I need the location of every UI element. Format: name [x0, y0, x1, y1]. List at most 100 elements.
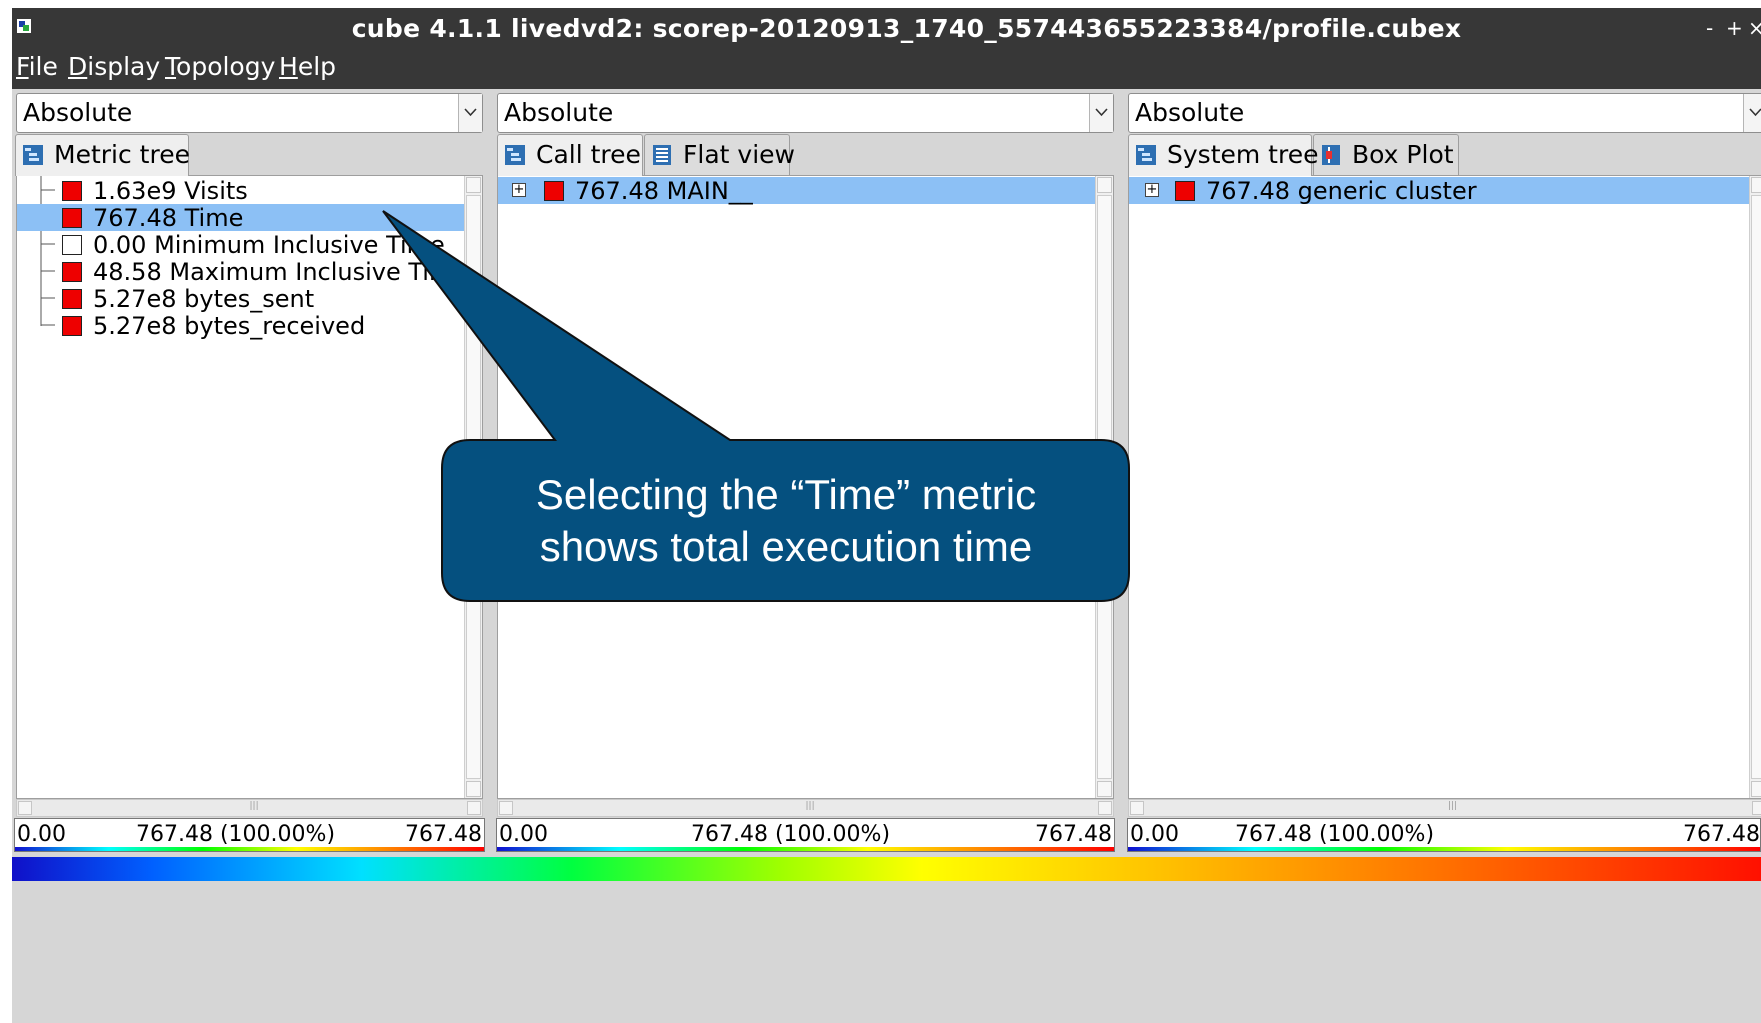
callout-text: Selecting the “Time” metric shows total … — [443, 440, 1129, 601]
scroll-up-button[interactable] — [1097, 177, 1112, 193]
severity-color-box — [544, 181, 564, 201]
callout-line-2: shows total execution time — [539, 522, 1033, 570]
color-legend-bar — [12, 857, 1761, 881]
range-gradient-line — [497, 847, 1114, 851]
metric-value-mode-select[interactable]: Absolute — [16, 93, 483, 133]
tab-box-plot[interactable]: Box Plot — [1313, 134, 1459, 175]
metric-label: 48.58 Maximum Inclusive Time — [93, 258, 468, 286]
call-row-main[interactable]: + 767.48 MAIN__ — [498, 177, 1097, 205]
call-value-mode-select[interactable]: Absolute — [497, 93, 1114, 133]
tab-label: Flat view — [683, 140, 795, 169]
scroll-down-button[interactable] — [1097, 781, 1112, 797]
select-value: Absolute — [504, 98, 614, 127]
horizontal-scrollbar[interactable]: ||| — [497, 799, 1114, 817]
scroll-up-button[interactable] — [466, 177, 481, 193]
tree-icon — [505, 145, 525, 165]
dropdown-button[interactable] — [1743, 94, 1761, 132]
tab-flat-view[interactable]: Flat view — [644, 134, 795, 175]
tab-label: Call tree — [536, 140, 641, 169]
metric-value-range-bar: 0.00 767.48 (100.00%) 767.48 — [14, 818, 485, 852]
severity-color-box — [62, 181, 82, 201]
metric-tree-panel[interactable]: 1.63e9 Visits 767.48 Time 0.00 Minimum I… — [16, 175, 483, 799]
system-row-generic-cluster[interactable]: + 767.48 generic cluster — [1129, 177, 1751, 205]
minimize-button[interactable]: - — [1706, 18, 1713, 38]
range-current: 767.48 (100.00%) — [1235, 822, 1435, 847]
metric-label: 767.48 Time — [93, 204, 244, 232]
severity-color-box — [62, 208, 82, 228]
expand-icon[interactable]: + — [1145, 183, 1159, 197]
expand-icon[interactable]: + — [512, 183, 526, 197]
tab-system-tree[interactable]: System tree — [1128, 134, 1318, 176]
list-icon — [653, 145, 671, 165]
tab-label: Metric tree — [54, 140, 190, 169]
scroll-left-button[interactable] — [18, 801, 32, 815]
metric-row-time[interactable]: 767.48 Time — [17, 204, 466, 232]
callpath-label: 767.48 MAIN__ — [575, 177, 753, 205]
tab-call-tree[interactable]: Call tree — [497, 134, 643, 176]
scroll-down-button[interactable] — [1751, 781, 1761, 797]
scroll-grip-icon: ||| — [1448, 801, 1458, 811]
chevron-down-icon — [464, 108, 477, 117]
menu-bar: File Display Topology Help — [12, 46, 1761, 89]
dropdown-button[interactable] — [1089, 94, 1113, 132]
metric-row-bytes-sent[interactable]: 5.27e8 bytes_sent — [17, 285, 466, 313]
metric-row-minimum-inclusive-time[interactable]: 0.00 Minimum Inclusive Time — [17, 231, 466, 259]
scroll-left-button[interactable] — [499, 801, 513, 815]
system-tree-panel[interactable]: + 767.48 generic cluster — [1128, 175, 1761, 799]
scroll-right-button[interactable] — [1098, 801, 1112, 815]
scroll-left-button[interactable] — [1130, 801, 1144, 815]
metric-row-bytes-received[interactable]: 5.27e8 bytes_received — [17, 312, 466, 340]
range-max: 767.48 — [405, 822, 482, 847]
range-gradient-line — [1128, 847, 1760, 851]
menu-help[interactable]: Help — [279, 52, 336, 81]
metric-label: 5.27e8 bytes_sent — [93, 285, 315, 313]
metric-label: 0.00 Minimum Inclusive Time — [93, 231, 445, 259]
range-max: 767.48 — [1683, 822, 1760, 847]
range-min: 0.00 — [499, 822, 548, 847]
system-value-range-bar: 0.00 767.48 (100.00%) 767.48 — [1127, 818, 1761, 852]
select-value: Absolute — [1135, 98, 1245, 127]
range-min: 0.00 — [17, 822, 66, 847]
tab-metric-tree[interactable]: Metric tree — [15, 134, 190, 176]
scroll-down-button[interactable] — [466, 781, 481, 797]
metric-row-visits[interactable]: 1.63e9 Visits — [17, 177, 466, 205]
range-max: 767.48 — [1035, 822, 1112, 847]
title-bar: cube 4.1.1 livedvd2: scorep-20120913_174… — [12, 8, 1761, 46]
dropdown-button[interactable] — [458, 94, 482, 132]
tree-icon — [23, 145, 43, 165]
scroll-grip-icon: ||| — [805, 801, 815, 811]
boxplot-icon — [1322, 145, 1340, 165]
select-value: Absolute — [23, 98, 133, 127]
severity-color-box — [62, 235, 82, 255]
severity-color-box — [62, 316, 82, 336]
callout-line-1: Selecting the “Time” metric — [535, 470, 1037, 518]
severity-color-box — [1175, 181, 1195, 201]
metric-row-maximum-inclusive-time[interactable]: 48.58 Maximum Inclusive Time — [17, 258, 468, 286]
close-button[interactable]: × — [1748, 18, 1761, 38]
chevron-down-icon — [1095, 108, 1108, 117]
horizontal-scrollbar[interactable]: ||| — [16, 799, 483, 817]
scroll-thumb[interactable] — [1751, 195, 1761, 779]
range-gradient-line — [15, 847, 484, 851]
vertical-scrollbar[interactable] — [1749, 176, 1761, 798]
tab-label: System tree — [1167, 140, 1319, 169]
scroll-right-button[interactable] — [1752, 801, 1761, 815]
call-value-range-bar: 0.00 767.48 (100.00%) 767.48 — [496, 818, 1115, 852]
scroll-up-button[interactable] — [1751, 177, 1761, 193]
severity-color-box — [62, 262, 82, 282]
maximize-button[interactable]: + — [1726, 18, 1743, 38]
scroll-right-button[interactable] — [467, 801, 481, 815]
menu-display[interactable]: Display — [68, 52, 160, 81]
metric-label: 1.63e9 Visits — [93, 177, 248, 205]
menu-file[interactable]: File — [16, 52, 58, 81]
metric-label: 5.27e8 bytes_received — [93, 312, 366, 340]
tab-label: Box Plot — [1352, 140, 1454, 169]
severity-color-box — [62, 289, 82, 309]
range-current: 767.48 (100.00%) — [136, 822, 336, 847]
system-label: 767.48 generic cluster — [1206, 177, 1477, 205]
system-value-mode-select[interactable]: Absolute — [1128, 93, 1761, 133]
tree-icon — [1136, 145, 1156, 165]
menu-topology[interactable]: Topology — [165, 52, 275, 81]
chevron-down-icon — [1749, 108, 1761, 117]
horizontal-scrollbar[interactable]: ||| — [1128, 799, 1761, 817]
